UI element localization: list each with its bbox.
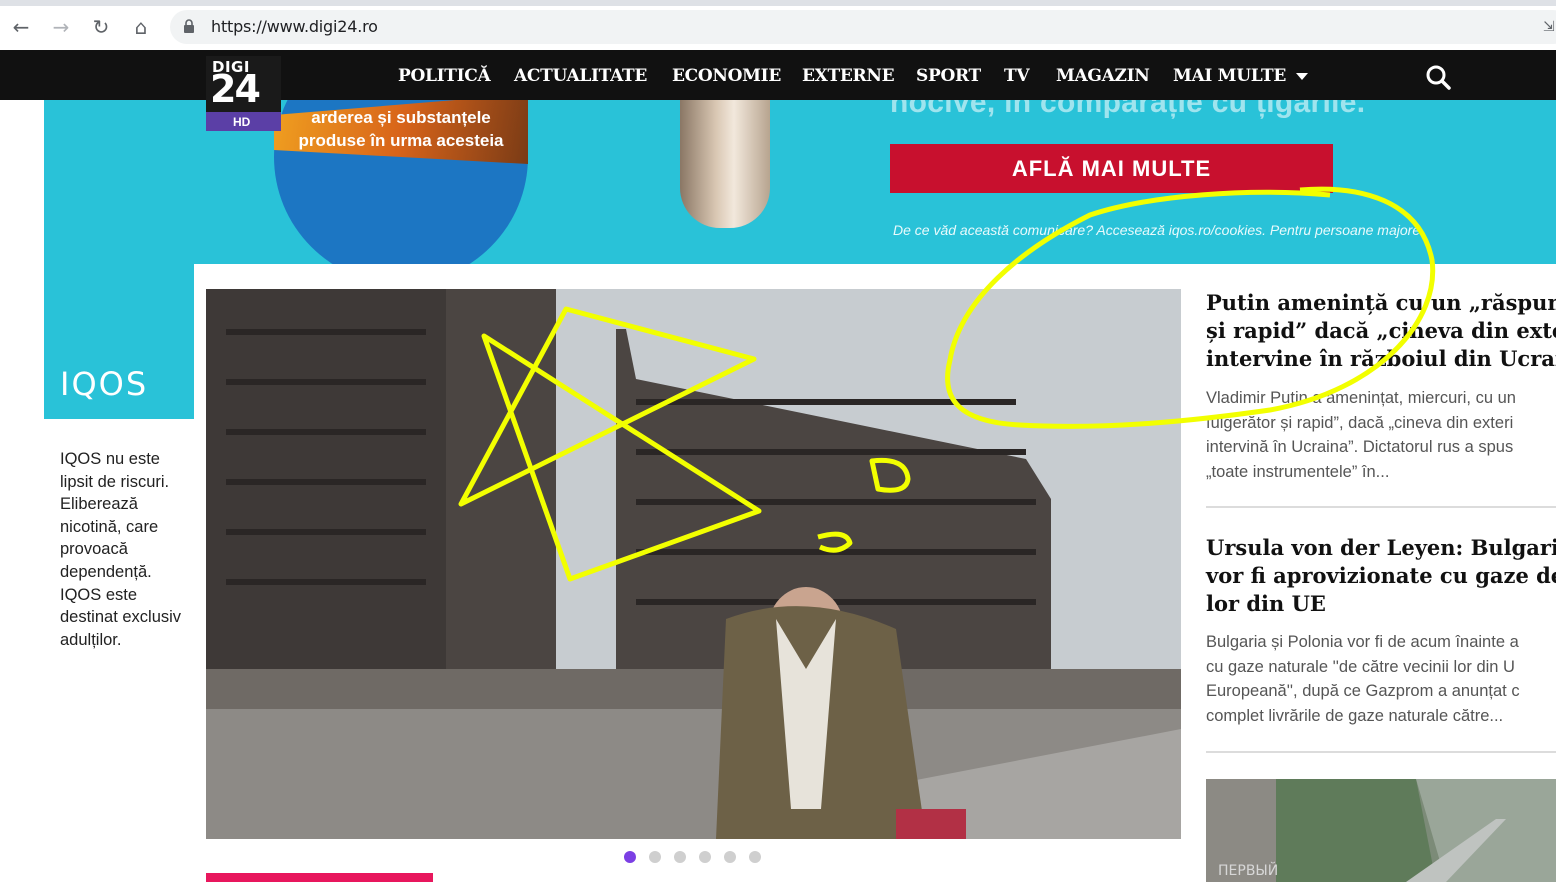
hero-photo [206, 289, 1181, 839]
section-accent-bar [206, 873, 433, 882]
carousel-dot-2[interactable] [649, 851, 661, 863]
carousel-dot-3[interactable] [674, 851, 686, 863]
ad-headline: nocive, în comparație cu țigările. [890, 100, 1366, 119]
hero-article-image[interactable] [206, 289, 1181, 839]
ad-circle-graphic: arderea și substanțele produse în urma a… [274, 100, 528, 264]
article-divider [1206, 506, 1556, 508]
article-2-summary: Bulgaria și Polonia vor fi de acum înain… [1206, 633, 1520, 725]
share-icon[interactable]: ⇲ [1543, 18, 1556, 34]
search-icon[interactable] [1425, 64, 1451, 90]
iqos-logo: IQOS [60, 365, 149, 403]
nav-economie[interactable]: ECONOMIE [672, 66, 781, 86]
logo-number: 24 [210, 67, 261, 111]
ad-disclaimer: De ce văd această comunicare? Accesează … [893, 222, 1421, 238]
nav-magazin[interactable]: MAGAZIN [1056, 66, 1150, 86]
browser-toolbar: ← → ↻ ⌂ https://www.digi24.ro ⇲ [0, 0, 1556, 50]
article-3-thumbnail[interactable]: ПЕРВЫЙ [1206, 779, 1556, 882]
thumbnail-watermark: ПЕРВЫЙ [1218, 861, 1278, 879]
article-1-title[interactable]: Putin amenință cu un „răspuns f și rapid… [1206, 289, 1556, 373]
ad-warning-text: IQOS nu este lipsit de riscuri. Eliberea… [60, 450, 182, 649]
chevron-down-icon[interactable] [1296, 73, 1308, 80]
nav-externe[interactable]: EXTERNE [802, 66, 895, 86]
article-2-title[interactable]: Ursula von der Leyen: Bulgaria ș vor fi … [1206, 534, 1556, 618]
address-bar[interactable] [170, 10, 1556, 44]
url-text[interactable]: https://www.digi24.ro [211, 17, 378, 36]
lock-icon [184, 19, 194, 33]
carousel-dot-4[interactable] [699, 851, 711, 863]
ad-circle-line2: produse în urma acesteia [298, 131, 504, 150]
nav-mai-multe[interactable]: MAI MULTE [1173, 66, 1286, 86]
nav-sport[interactable]: SPORT [916, 66, 981, 86]
tab-strip [0, 0, 1556, 6]
home-icon[interactable]: ⌂ [128, 14, 154, 40]
thumbnail-photo: ПЕРВЫЙ [1206, 779, 1556, 882]
ad-cta-button[interactable]: AFLĂ MAI MULTE [890, 144, 1333, 193]
carousel-dot-5[interactable] [724, 851, 736, 863]
article-1-summary: Vladimir Putin a amenințat, miercuri, cu… [1206, 389, 1516, 481]
carousel-dot-6[interactable] [749, 851, 761, 863]
logo-hd-text: HD [233, 115, 251, 129]
reload-icon[interactable]: ↻ [88, 14, 114, 40]
nav-politica[interactable]: POLITICĂ [398, 66, 491, 86]
nav-actualitate[interactable]: ACTUALITATE [514, 66, 647, 86]
forward-icon[interactable]: → [48, 14, 74, 40]
back-icon[interactable]: ← [8, 14, 34, 40]
article-divider [1206, 751, 1556, 753]
carousel-dot-1[interactable] [624, 851, 636, 863]
iqos-device-image [680, 100, 770, 228]
digi24-logo[interactable]: DIGI 24 HD [206, 56, 281, 131]
nav-tv[interactable]: TV [1004, 66, 1030, 86]
ad-circle-line1: arderea și substanțele [311, 108, 491, 127]
